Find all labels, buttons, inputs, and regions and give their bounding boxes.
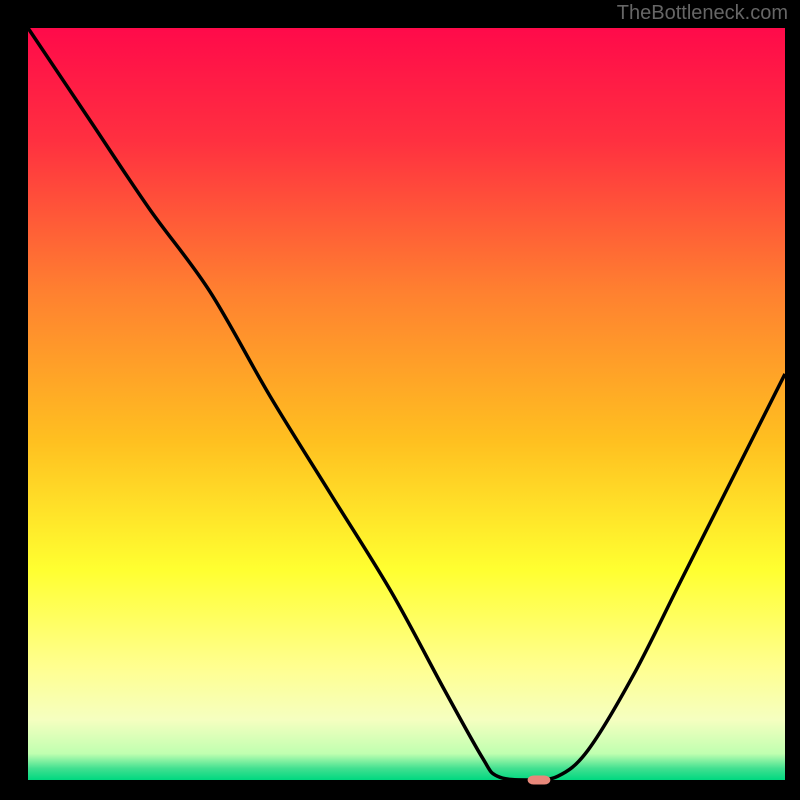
plot-background bbox=[28, 28, 785, 780]
optimal-marker bbox=[528, 775, 551, 784]
watermark-text: TheBottleneck.com bbox=[617, 2, 788, 25]
chart-svg bbox=[0, 0, 800, 800]
bottleneck-chart: TheBottleneck.com bbox=[0, 0, 800, 800]
